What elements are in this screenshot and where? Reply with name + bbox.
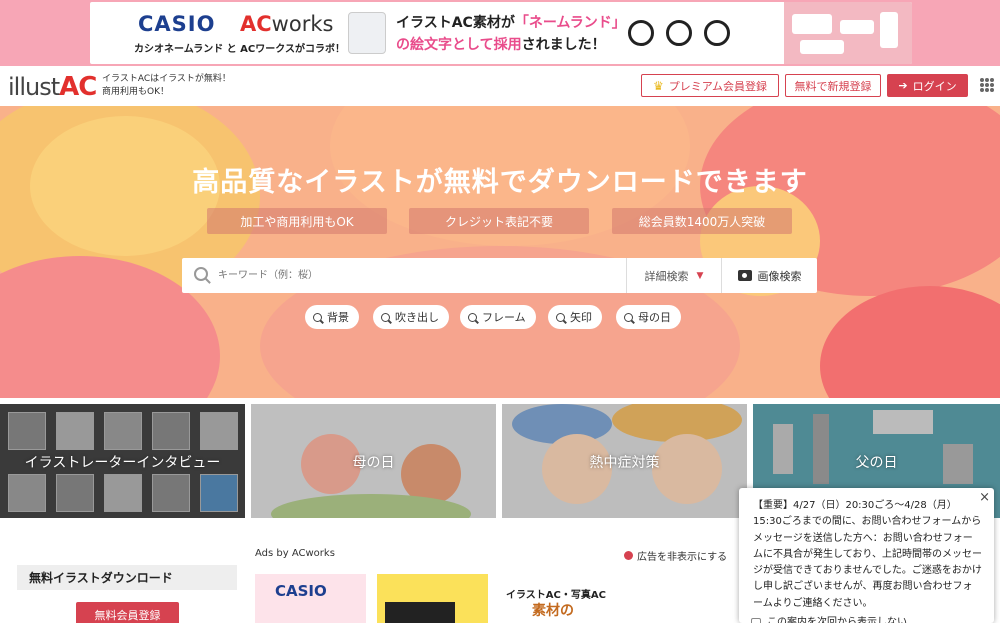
close-icon[interactable]: × [979, 490, 990, 506]
dog-icon [704, 20, 730, 46]
crown-icon: ♛ [653, 78, 664, 93]
banner-acworks-logo: ACworks [240, 12, 334, 36]
feature-pill: クレジット表記不要 [409, 208, 589, 234]
notice-text: 【重要】4/27（日）20:30ごろ～4/28（月）15:30ごろまでの間に、お… [753, 500, 982, 609]
tile-heatstroke[interactable]: 熱中症対策 [502, 404, 747, 518]
banner-headline-1: イラストAC素材が「ネームランド」 [396, 15, 626, 31]
banner-content[interactable]: CASIO ACworks カシオネームランド と ACワークスがコラボ！ イラ… [90, 2, 912, 64]
search-icon [624, 312, 633, 322]
checkbox-icon[interactable] [751, 618, 761, 623]
header-tagline: イラストACはイラストが無料！ 商用利用もOK！ [102, 73, 231, 99]
tag-frame[interactable]: フレーム [460, 305, 536, 329]
tag-speech-bubble[interactable]: 吹き出し [373, 305, 449, 329]
app-grid-icon[interactable] [980, 78, 994, 92]
free-signup-button[interactable]: 無料で新規登録 [785, 74, 881, 97]
search-icon [556, 312, 565, 322]
image-search-button[interactable]: 画像検索 [722, 258, 817, 293]
banner-casio-logo: CASIO [138, 12, 216, 36]
illustac-logo[interactable]: illustAC [8, 72, 97, 102]
search-icon[interactable] [194, 267, 208, 281]
ad-card-casio[interactable]: CASIO [255, 574, 366, 623]
tag-arrow[interactable]: 矢印 [548, 305, 602, 329]
search-bar: 詳細検索▼ 画像検索 [182, 258, 817, 293]
search-icon [381, 312, 390, 322]
tagline-line-2: 商用利用もOK！ [102, 87, 169, 97]
panda-icon [628, 20, 654, 46]
sidebar-title: 無料イラストダウンロード [17, 565, 237, 590]
tile-label: 熱中症対策 [589, 455, 660, 471]
tile-label: 父の日 [855, 455, 898, 471]
camera-icon [737, 270, 752, 281]
search-icon [313, 312, 322, 322]
tile-illustrator-interview[interactable]: イラストレーターインタビュー [0, 404, 245, 518]
feature-pill: 加工や商用利用もOK [207, 208, 387, 234]
banner-product-photo [784, 2, 912, 64]
dropdown-triangle-icon: ▼ [696, 270, 704, 281]
advanced-search-dropdown[interactable]: 詳細検索 ▼ [626, 258, 722, 293]
search-icon [468, 312, 477, 322]
tagline-line-1: イラストACはイラストが無料！ [102, 74, 231, 84]
login-button[interactable]: ➔ ログイン [887, 74, 968, 97]
banner-subtitle: カシオネームランド と ACワークスがコラボ！ [134, 44, 345, 55]
tile-label: イラストレーターインタビュー [24, 455, 221, 471]
premium-signup-button[interactable]: ♛ プレミアム会員登録 [641, 74, 779, 97]
banner-label-printer-image [348, 12, 386, 54]
search-input[interactable] [218, 264, 598, 286]
tag-background[interactable]: 背景 [305, 305, 359, 329]
hero-title: 高品質なイラストが無料でダウンロードできます [192, 167, 808, 198]
ad-card-theme[interactable] [377, 574, 488, 623]
banner-headline-2: の絵文字として採用されました！ [396, 37, 606, 53]
important-notice-popup: × 【重要】4/27（日）20:30ごろ～4/28（月）15:30ごろまでの間に… [739, 488, 994, 623]
dont-show-again-checkbox[interactable]: この案内を次回から表示しない [751, 615, 907, 623]
tag-mothers-day[interactable]: 母の日 [616, 305, 681, 329]
ad-card-illustac-photoac[interactable]: イラストAC・写真AC 素材の [502, 574, 613, 623]
cat-icon [666, 20, 692, 46]
banner-emoji-icons [628, 20, 730, 46]
tile-mothers-day[interactable]: 母の日 [251, 404, 496, 518]
hide-ads-link[interactable]: 広告を非表示にする [624, 548, 727, 563]
top-ad-banner[interactable]: CASIO ACworks カシオネームランド と ACワークスがコラボ！ イラ… [0, 0, 1000, 66]
hero-blob [820, 286, 1000, 398]
tile-label: 母の日 [352, 455, 395, 471]
close-circle-icon [624, 551, 633, 560]
hero-section: 高品質なイラストが無料でダウンロードできます 加工や商用利用もOK クレジット表… [0, 106, 1000, 398]
login-icon: ➔ [898, 79, 908, 92]
ads-by-label: Ads by ACworks [255, 548, 335, 559]
feature-pill: 総会員数1400万人突破 [612, 208, 792, 234]
free-member-signup-button[interactable]: 無料会員登録 [76, 602, 179, 623]
site-header: illustAC イラストACはイラストが無料！ 商用利用もOK！ ♛ プレミアム… [0, 66, 1000, 106]
